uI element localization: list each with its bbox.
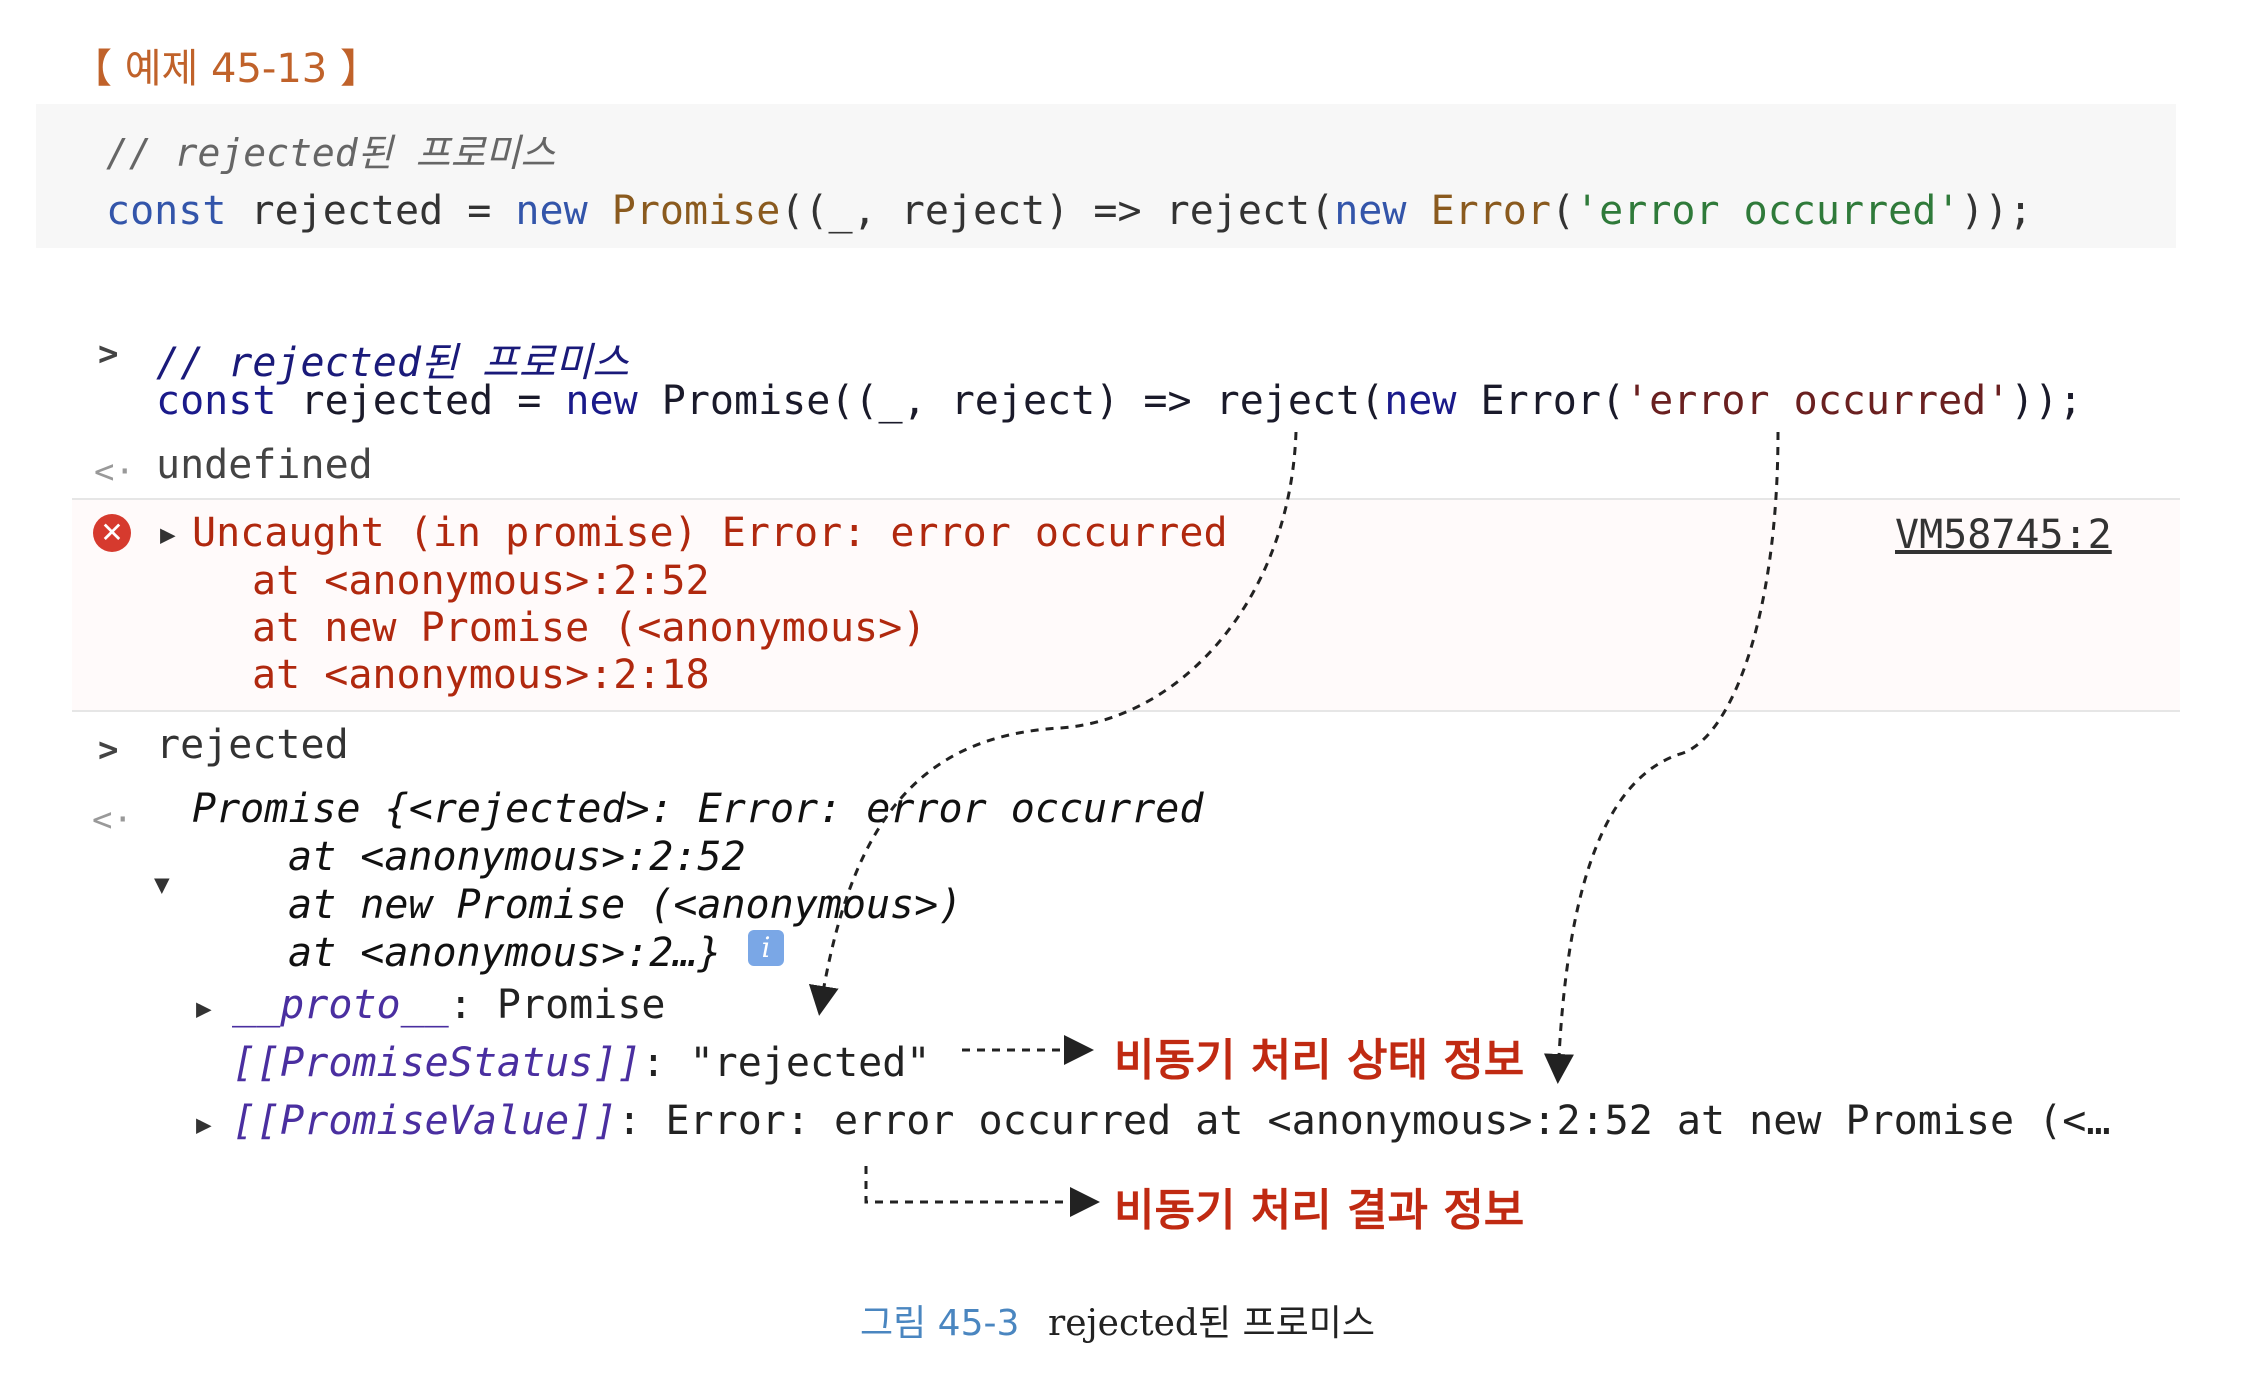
arrow-result-curve: [1543, 431, 1780, 1084]
caption-text: rejected된 프로미스: [1048, 1303, 1376, 1344]
arrow-status-curve: [808, 431, 1298, 1016]
annotation-arrows: [808, 431, 1780, 1217]
caption-number: 그림 45-3: [860, 1303, 1020, 1344]
arrow-result-label: [864, 1166, 1100, 1217]
